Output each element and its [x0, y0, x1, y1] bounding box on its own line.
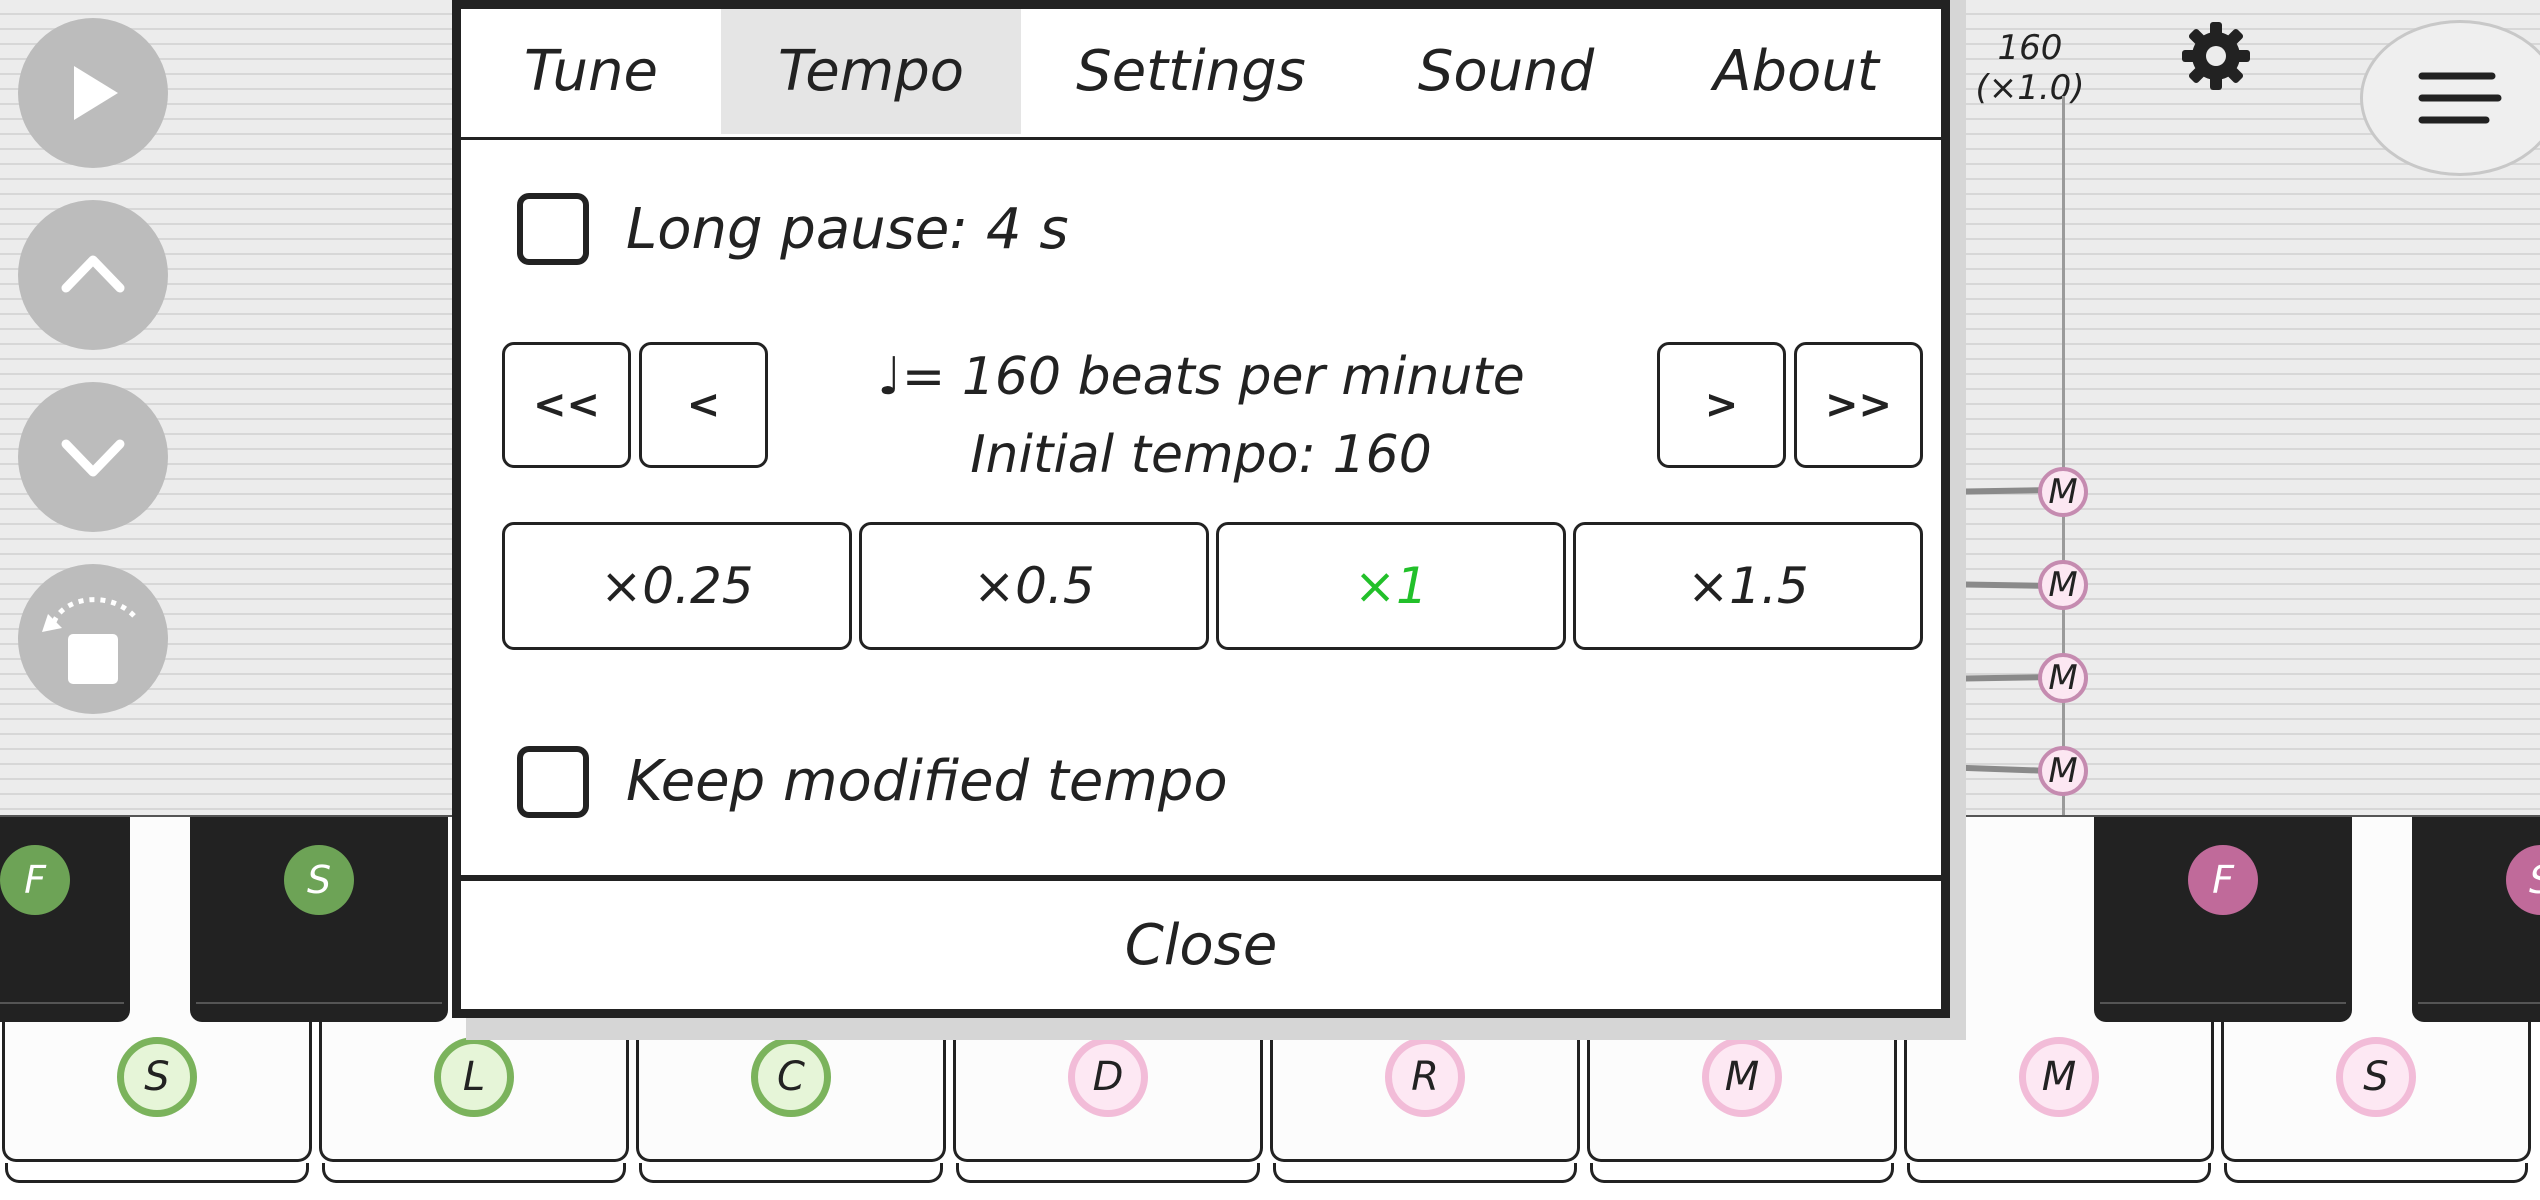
- settings-button[interactable]: [2180, 20, 2252, 92]
- note-label: S: [2336, 1037, 2416, 1117]
- gear-icon: [2182, 22, 2250, 90]
- note-label: M: [1702, 1037, 1782, 1117]
- dialog-tabs: Tune Tempo Settings Sound About: [461, 9, 1941, 140]
- tab-about[interactable]: About: [1651, 9, 1941, 134]
- black-key[interactable]: S: [190, 817, 448, 1022]
- tempo-increase-fast-button[interactable]: >>: [1794, 342, 1923, 468]
- multiplier-1-button[interactable]: ×1: [1216, 522, 1566, 650]
- tempo-indicator: 160 (×1.0): [1975, 28, 2085, 108]
- playhead-line: [2062, 96, 2065, 826]
- staff-note: M: [2038, 653, 2088, 703]
- tempo-decrease-button[interactable]: <: [639, 342, 768, 468]
- tab-sound[interactable]: Sound: [1361, 9, 1651, 134]
- note-label: F: [0, 845, 70, 915]
- note-label: R: [1385, 1037, 1465, 1117]
- note-label: F: [2188, 845, 2258, 915]
- tab-tune[interactable]: Tune: [461, 9, 721, 134]
- keep-tempo-label: Keep modified tempo: [626, 749, 1228, 814]
- multiplier-05-button[interactable]: ×0.5: [859, 522, 1209, 650]
- note-label: S: [117, 1037, 197, 1117]
- scroll-down-button[interactable]: [18, 382, 168, 532]
- tab-settings[interactable]: Settings: [1021, 9, 1361, 134]
- note-label: S: [2506, 845, 2540, 915]
- tempo-bpm-text: ♩= 160 beats per minute: [877, 347, 1525, 407]
- note-label: L: [434, 1037, 514, 1117]
- tab-tempo[interactable]: Tempo: [721, 9, 1021, 134]
- play-button[interactable]: [18, 18, 168, 168]
- black-key[interactable]: S: [2412, 817, 2540, 1022]
- app-root: 160 (×1.0) M M M M S L C D R M M S F S F…: [0, 0, 2540, 1200]
- black-key[interactable]: F: [2094, 817, 2352, 1022]
- note-label: S: [284, 845, 354, 915]
- tempo-decrease-fast-button[interactable]: <<: [502, 342, 631, 468]
- play-icon: [74, 66, 118, 120]
- chevron-up-icon: [61, 255, 125, 293]
- restart-button[interactable]: [18, 564, 168, 714]
- staff-note: M: [2038, 746, 2088, 796]
- tempo-increase-button[interactable]: >: [1657, 342, 1786, 468]
- scroll-up-button[interactable]: [18, 200, 168, 350]
- tempo-dialog: Tune Tempo Settings Sound About Long pau…: [452, 0, 1950, 1018]
- multiplier-025-button[interactable]: ×0.25: [502, 522, 852, 650]
- multiplier-15-button[interactable]: ×1.5: [1573, 522, 1923, 650]
- rotate-icon: [42, 597, 138, 684]
- long-pause-label: Long pause: 4 s: [626, 197, 1069, 262]
- black-key[interactable]: F: [0, 817, 130, 1022]
- staff-note: M: [2038, 560, 2088, 610]
- staff-note: M: [2038, 467, 2088, 517]
- long-pause-checkbox[interactable]: [517, 193, 589, 265]
- close-button[interactable]: Close: [461, 875, 1941, 1009]
- keep-tempo-checkbox[interactable]: [517, 746, 589, 818]
- note-label: D: [1068, 1037, 1148, 1117]
- note-label: M: [2019, 1037, 2099, 1117]
- hamburger-menu-icon: [2418, 72, 2502, 124]
- chevron-down-icon: [61, 439, 125, 477]
- note-label: C: [751, 1037, 831, 1117]
- initial-tempo-text: Initial tempo: 160: [970, 425, 1432, 485]
